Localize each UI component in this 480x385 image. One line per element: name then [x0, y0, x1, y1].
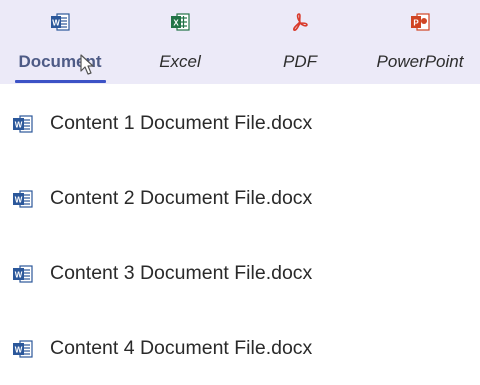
file-name: Content 3 Document File.docx — [50, 262, 313, 284]
tab-document[interactable]: W Document — [0, 0, 120, 84]
file-row[interactable]: W Content 3 Document File.docx — [0, 234, 480, 309]
file-name: Content 2 Document File.docx — [50, 187, 313, 209]
tab-powerpoint-label: PowerPoint — [376, 52, 464, 71]
mouse-cursor-icon — [80, 54, 94, 75]
word-icon: W — [13, 265, 33, 283]
tab-pdf-label: PDF — [283, 52, 317, 71]
tab-document-label: Document — [18, 52, 102, 71]
pdf-icon — [293, 13, 308, 31]
tab-excel-label: Excel — [159, 52, 201, 71]
active-tab-indicator — [15, 80, 106, 83]
tab-excel[interactable]: X Excel — [120, 0, 240, 84]
svg-text:W: W — [15, 346, 23, 355]
file-row[interactable]: W Content 1 Document File.docx — [0, 84, 480, 159]
file-list: W Content 1 Document File.docx W Content… — [0, 84, 480, 384]
svg-text:W: W — [52, 19, 60, 28]
tab-bar: W Document X Excel PDF P PowerPoint — [0, 0, 480, 84]
svg-text:P: P — [413, 19, 419, 28]
word-icon: W — [13, 115, 33, 133]
file-name: Content 1 Document File.docx — [50, 112, 313, 134]
svg-text:W: W — [15, 121, 23, 130]
file-name: Content 4 Document File.docx — [50, 337, 313, 359]
excel-icon: X — [171, 13, 190, 31]
powerpoint-icon: P — [411, 13, 430, 31]
svg-text:X: X — [173, 19, 179, 28]
tab-powerpoint[interactable]: P PowerPoint — [360, 0, 480, 84]
file-row[interactable]: W Content 2 Document File.docx — [0, 159, 480, 234]
svg-text:W: W — [15, 271, 23, 280]
word-icon: W — [13, 190, 33, 208]
word-icon: W — [51, 13, 70, 31]
word-icon: W — [13, 340, 33, 358]
svg-text:W: W — [15, 196, 23, 205]
tab-pdf[interactable]: PDF — [240, 0, 360, 84]
file-row[interactable]: W Content 4 Document File.docx — [0, 309, 480, 384]
